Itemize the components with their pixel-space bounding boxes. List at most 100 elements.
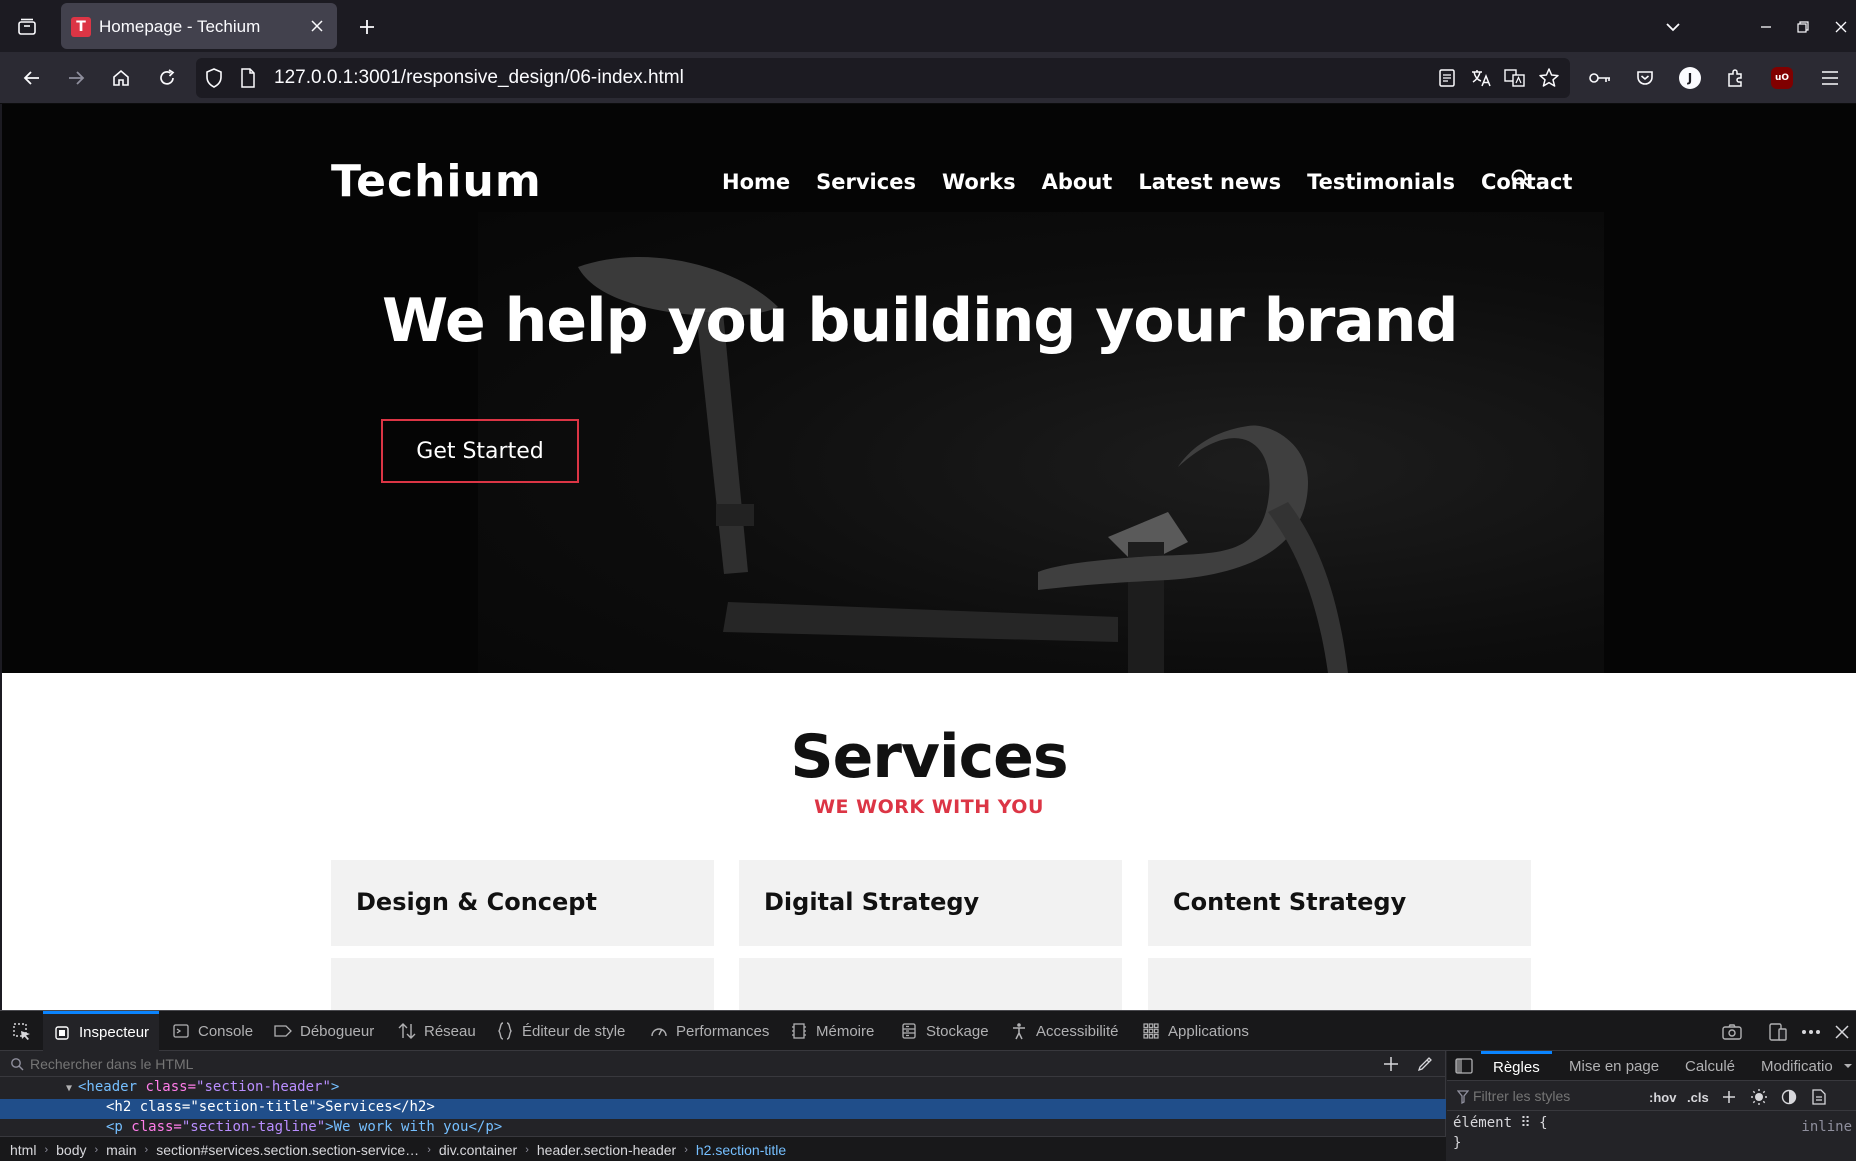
element-picker-icon[interactable] bbox=[10, 1020, 34, 1044]
translate-icon[interactable] bbox=[1468, 65, 1494, 91]
tab-editeur-de-style[interactable]: Éditeur de style bbox=[496, 1011, 625, 1051]
nav-link-services[interactable]: Services bbox=[816, 170, 916, 194]
ublock-origin-icon[interactable]: uO bbox=[1767, 63, 1797, 93]
network-icon bbox=[398, 1022, 416, 1040]
performance-gauge-icon bbox=[650, 1022, 668, 1040]
styles-filter-row: :hov .cls bbox=[1447, 1081, 1856, 1111]
tab-reseau[interactable]: Réseau bbox=[398, 1011, 476, 1051]
tracking-protection-shield-icon[interactable] bbox=[204, 67, 224, 93]
tab-performances[interactable]: Performances bbox=[650, 1011, 769, 1051]
minimize-window-icon[interactable] bbox=[1751, 12, 1781, 42]
tab-calcule[interactable]: Calculé bbox=[1685, 1051, 1735, 1081]
rule-source-inline: inline bbox=[1801, 1119, 1852, 1135]
browser-toolbar: 127.0.0.1:3001/responsive_design/06-inde… bbox=[0, 52, 1856, 104]
services-section-title: Services bbox=[790, 722, 1068, 792]
tab-list-icon[interactable] bbox=[12, 12, 42, 42]
site-logo[interactable]: Techium bbox=[331, 156, 542, 207]
nav-link-about[interactable]: About bbox=[1042, 170, 1113, 194]
reader-view-icon[interactable] bbox=[1434, 65, 1460, 91]
service-card-body bbox=[739, 946, 1122, 1010]
passwords-key-icon[interactable] bbox=[1585, 63, 1615, 93]
memory-chip-icon bbox=[790, 1022, 808, 1040]
filter-styles-input[interactable] bbox=[1455, 1087, 1645, 1105]
main-navigation: Home Services Works About Latest news Te… bbox=[722, 170, 1598, 194]
breadcrumb-item[interactable]: main bbox=[106, 1142, 136, 1158]
new-tab-icon[interactable] bbox=[352, 12, 382, 42]
class-toggle[interactable]: .cls bbox=[1687, 1087, 1709, 1107]
list-all-tabs-chevron-icon[interactable] bbox=[1658, 12, 1688, 42]
more-options-ellipsis-icon[interactable] bbox=[1799, 1020, 1823, 1044]
eyedropper-icon[interactable] bbox=[1414, 1053, 1436, 1075]
url-text[interactable]: 127.0.0.1:3001/responsive_design/06-inde… bbox=[274, 67, 684, 89]
close-devtools-icon[interactable] bbox=[1830, 1020, 1854, 1044]
get-started-button[interactable]: Get Started bbox=[381, 419, 579, 483]
service-card-content-strategy[interactable]: Content Strategy bbox=[1148, 860, 1531, 946]
breadcrumb-item[interactable]: body bbox=[56, 1142, 86, 1158]
tab-accessibilite[interactable]: Accessibilité bbox=[1010, 1011, 1119, 1051]
home-icon[interactable] bbox=[106, 63, 136, 93]
html-search-input[interactable] bbox=[10, 1055, 1340, 1073]
inspector-icon bbox=[53, 1024, 71, 1042]
service-card-title: Design & Concept bbox=[356, 888, 597, 916]
applications-grid-icon bbox=[1142, 1022, 1160, 1040]
tab-console[interactable]: Console bbox=[172, 1011, 253, 1051]
breadcrumb-item[interactable]: html bbox=[10, 1142, 36, 1158]
expand-twisty-icon[interactable]: ▼ bbox=[66, 1083, 78, 1094]
tab-memoire[interactable]: Mémoire bbox=[790, 1011, 874, 1051]
close-tab-icon[interactable] bbox=[307, 16, 327, 36]
tab-applications[interactable]: Applications bbox=[1142, 1011, 1249, 1051]
tab-stockage[interactable]: Stockage bbox=[900, 1011, 989, 1051]
markup-tree-node[interactable]: ▼ <header class="section-header"> bbox=[0, 1079, 1446, 1099]
console-icon bbox=[172, 1022, 190, 1040]
breadcrumb-item[interactable]: div.container bbox=[439, 1142, 517, 1158]
back-arrow-icon[interactable] bbox=[17, 63, 47, 93]
toggle-sidebar-icon[interactable] bbox=[1453, 1056, 1475, 1076]
markup-tree-node[interactable]: <p class="section-tagline">We work with … bbox=[0, 1119, 1446, 1135]
service-card-design-concept[interactable]: Design & Concept bbox=[331, 860, 714, 946]
search-icon[interactable] bbox=[1510, 168, 1532, 194]
breadcrumb-item-current[interactable]: h2.section-title bbox=[696, 1142, 786, 1158]
print-media-document-icon[interactable] bbox=[1809, 1087, 1829, 1107]
account-avatar-icon[interactable]: J bbox=[1675, 63, 1705, 93]
pocket-icon[interactable] bbox=[1630, 63, 1660, 93]
responsive-design-mode-icon[interactable] bbox=[1766, 1020, 1790, 1044]
style-editor-braces-icon bbox=[496, 1022, 514, 1040]
dark-color-scheme-icon[interactable] bbox=[1779, 1087, 1799, 1107]
tab-inspecteur[interactable]: Inspecteur bbox=[43, 1011, 160, 1051]
hamburger-menu-icon[interactable] bbox=[1815, 63, 1845, 93]
close-window-icon[interactable] bbox=[1826, 12, 1856, 42]
light-color-scheme-sun-icon[interactable] bbox=[1749, 1087, 1769, 1107]
more-tabs-chevron-icon[interactable] bbox=[1843, 1051, 1853, 1081]
service-card-body bbox=[331, 946, 714, 1010]
translate-page-icon[interactable] bbox=[1502, 65, 1528, 91]
hover-state-toggle[interactable]: :hov bbox=[1649, 1087, 1676, 1107]
new-rule-plus-icon[interactable] bbox=[1719, 1087, 1739, 1107]
tab-modifications[interactable]: Modificatio bbox=[1761, 1051, 1833, 1081]
nav-link-works[interactable]: Works bbox=[942, 170, 1016, 194]
tab-regles[interactable]: Règles bbox=[1481, 1051, 1552, 1081]
breadcrumb-separator-icon: › bbox=[94, 1143, 99, 1156]
page-info-icon[interactable] bbox=[240, 68, 256, 92]
add-node-plus-icon[interactable] bbox=[1380, 1053, 1402, 1075]
breadcrumb-item[interactable]: header.section-header bbox=[537, 1142, 676, 1158]
markup-tree-node-selected[interactable]: <h2 class="section-title">Services</h2> bbox=[0, 1099, 1446, 1119]
reload-icon[interactable] bbox=[152, 63, 182, 93]
browser-tab[interactable]: T Homepage - Techium bbox=[61, 3, 337, 49]
nav-link-home[interactable]: Home bbox=[722, 170, 790, 194]
forward-arrow-icon[interactable] bbox=[61, 63, 91, 93]
hero-bicycle-image bbox=[478, 212, 1604, 673]
nav-link-latest-news[interactable]: Latest news bbox=[1138, 170, 1281, 194]
breadcrumb-separator-icon: › bbox=[44, 1143, 49, 1156]
screenshot-camera-icon[interactable] bbox=[1720, 1020, 1744, 1044]
restore-window-icon[interactable] bbox=[1788, 12, 1818, 42]
accessibility-icon bbox=[1010, 1022, 1028, 1040]
extensions-puzzle-icon[interactable] bbox=[1720, 63, 1750, 93]
nav-link-testimonials[interactable]: Testimonials bbox=[1307, 170, 1455, 194]
url-bar[interactable]: 127.0.0.1:3001/responsive_design/06-inde… bbox=[196, 58, 1570, 98]
breadcrumb-item[interactable]: section#services.section.section-service… bbox=[156, 1142, 419, 1158]
tab-mise-en-page[interactable]: Mise en page bbox=[1569, 1051, 1659, 1081]
tab-debogueur[interactable]: Débogueur bbox=[274, 1011, 374, 1051]
service-card-digital-strategy[interactable]: Digital Strategy bbox=[739, 860, 1122, 946]
bookmark-star-icon[interactable] bbox=[1536, 65, 1562, 91]
breadcrumb-separator-icon: › bbox=[144, 1143, 149, 1156]
